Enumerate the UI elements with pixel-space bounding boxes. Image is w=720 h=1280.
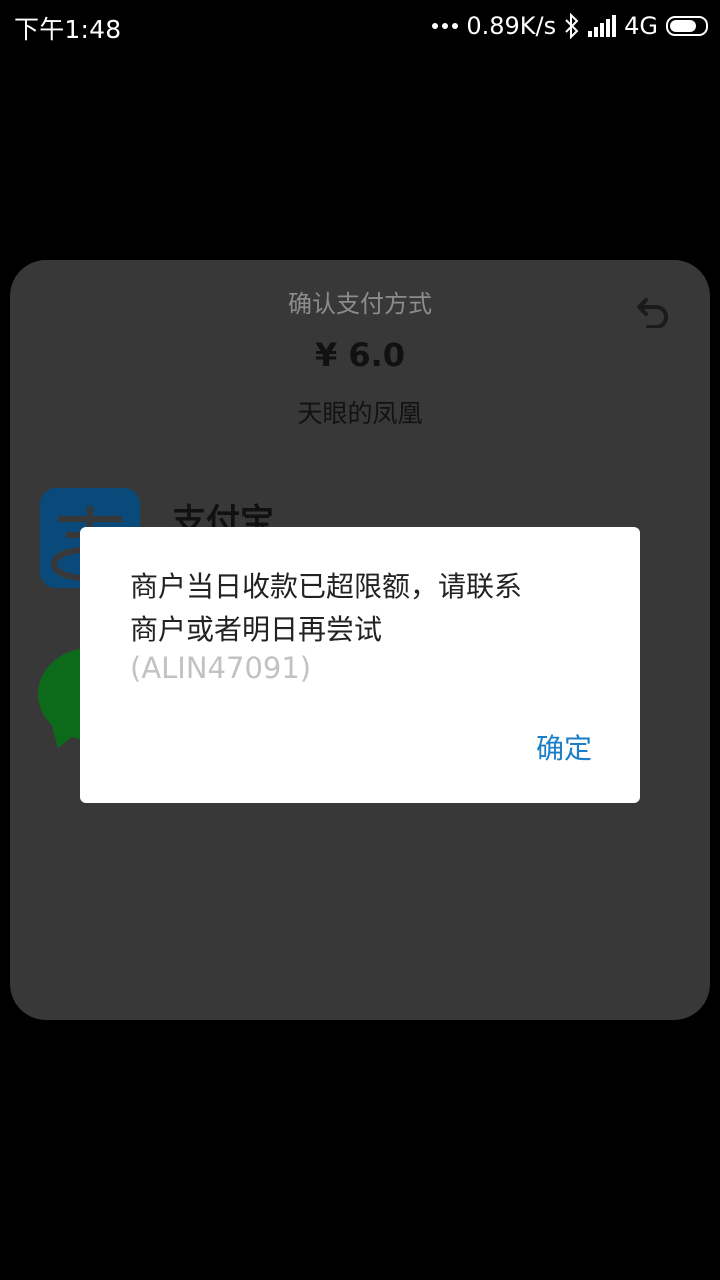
screen: 下午1:48 0.89K/s 4G 确认支付方式 ¥ 6.0 天眼的凤凰 支付宝… [0,0,720,1280]
confirm-button[interactable]: 确定 [536,727,592,767]
error-code: (ALIN47091) [130,651,312,685]
back-icon[interactable] [636,294,672,328]
signal-icon [588,15,617,37]
sheet-title: 确认支付方式 [288,290,432,318]
status-right: 0.89K/s 4G [432,9,708,43]
merchant-name: 天眼的凤凰 [297,399,423,428]
error-dialog: 商户当日收款已超限额，请联系商户或者明日再尝试 (ALIN47091) 确定 [80,527,640,803]
status-time: 下午1:48 [14,15,122,44]
battery-icon [666,16,708,36]
network-type: 4G [624,12,658,40]
dots-icon [432,23,459,29]
status-bar: 下午1:48 0.89K/s 4G [0,0,720,52]
payment-amount: ¥ 6.0 [314,336,406,374]
bluetooth-icon [565,13,579,39]
network-speed: 0.89K/s [466,12,557,40]
dialog-message: 商户当日收款已超限额，请联系商户或者明日再尝试 [130,570,523,646]
